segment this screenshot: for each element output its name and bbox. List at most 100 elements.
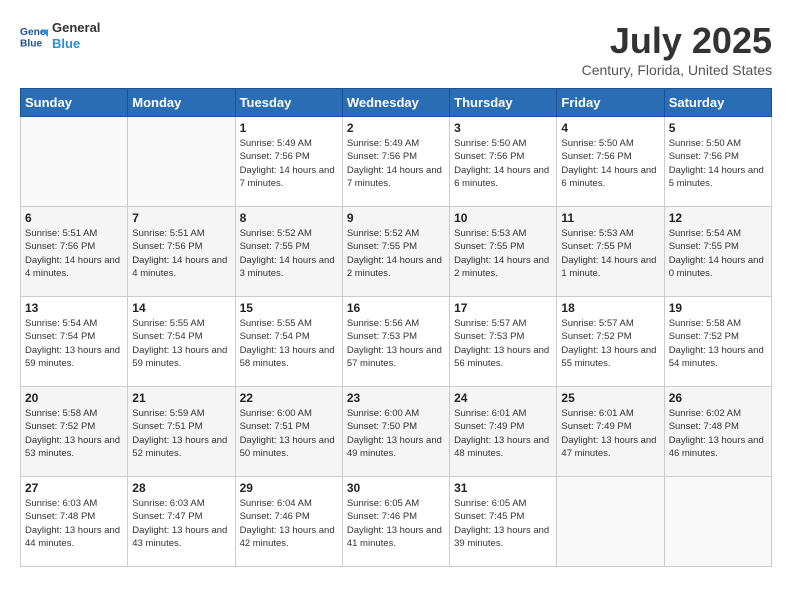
weekday-header-sunday: Sunday — [21, 89, 128, 117]
day-info: Sunrise: 5:55 AM Sunset: 7:54 PM Dayligh… — [132, 317, 230, 370]
day-number: 1 — [240, 121, 338, 135]
calendar-cell: 28 Sunrise: 6:03 AM Sunset: 7:47 PM Dayli… — [128, 477, 235, 567]
calendar-cell: 18 Sunrise: 5:57 AM Sunset: 7:52 PM Dayli… — [557, 297, 664, 387]
day-info: Sunrise: 5:51 AM Sunset: 7:56 PM Dayligh… — [132, 227, 230, 280]
day-number: 3 — [454, 121, 552, 135]
day-info: Sunrise: 5:54 AM Sunset: 7:54 PM Dayligh… — [25, 317, 123, 370]
logo: General Blue General Blue — [20, 20, 100, 51]
day-number: 30 — [347, 481, 445, 495]
calendar-cell: 13 Sunrise: 5:54 AM Sunset: 7:54 PM Dayli… — [21, 297, 128, 387]
calendar-cell: 19 Sunrise: 5:58 AM Sunset: 7:52 PM Dayli… — [664, 297, 771, 387]
day-info: Sunrise: 5:56 AM Sunset: 7:53 PM Dayligh… — [347, 317, 445, 370]
day-info: Sunrise: 5:58 AM Sunset: 7:52 PM Dayligh… — [25, 407, 123, 460]
calendar-cell — [128, 117, 235, 207]
day-number: 14 — [132, 301, 230, 315]
day-number: 11 — [561, 211, 659, 225]
calendar-cell: 21Sunrise: 5:59 AM Sunset: 7:51 PM Dayli… — [128, 387, 235, 477]
calendar-cell: 16Sunrise: 5:56 AM Sunset: 7:53 PM Dayli… — [342, 297, 449, 387]
day-info: Sunrise: 6:04 AM Sunset: 7:46 PM Dayligh… — [240, 497, 338, 550]
day-number: 20 — [25, 391, 123, 405]
day-info: Sunrise: 5:53 AM Sunset: 7:55 PM Dayligh… — [561, 227, 659, 280]
week-row-4: 20 Sunrise: 5:58 AM Sunset: 7:52 PM Dayli… — [21, 387, 772, 477]
day-info: Sunrise: 5:58 AM Sunset: 7:52 PM Dayligh… — [669, 317, 767, 370]
weekday-header-saturday: Saturday — [664, 89, 771, 117]
day-info: Sunrise: 5:55 AM Sunset: 7:54 PM Dayligh… — [240, 317, 338, 370]
week-row-2: 6 Sunrise: 5:51 AM Sunset: 7:56 PM Daylig… — [21, 207, 772, 297]
calendar-table: SundayMondayTuesdayWednesdayThursdayFrid… — [20, 88, 772, 567]
day-number: 26 — [669, 391, 767, 405]
day-info: Sunrise: 5:57 AM Sunset: 7:52 PM Dayligh… — [561, 317, 659, 370]
calendar-cell: 12 Sunrise: 5:54 AM Sunset: 7:55 PM Dayli… — [664, 207, 771, 297]
day-info: Sunrise: 5:54 AM Sunset: 7:55 PM Dayligh… — [669, 227, 767, 280]
logo-icon: General Blue — [20, 22, 48, 50]
svg-text:Blue: Blue — [20, 38, 43, 49]
day-info: Sunrise: 6:01 AM Sunset: 7:49 PM Dayligh… — [561, 407, 659, 460]
calendar-cell: 4 Sunrise: 5:50 AM Sunset: 7:56 PM Daylig… — [557, 117, 664, 207]
calendar-cell: 5 Sunrise: 5:50 AM Sunset: 7:56 PM Daylig… — [664, 117, 771, 207]
day-number: 29 — [240, 481, 338, 495]
day-info: Sunrise: 5:59 AM Sunset: 7:51 PM Dayligh… — [132, 407, 230, 460]
day-info: Sunrise: 5:53 AM Sunset: 7:55 PM Dayligh… — [454, 227, 552, 280]
calendar-cell — [21, 117, 128, 207]
day-info: Sunrise: 5:49 AM Sunset: 7:56 PM Dayligh… — [240, 137, 338, 190]
weekday-header-wednesday: Wednesday — [342, 89, 449, 117]
calendar-cell: 30 Sunrise: 6:05 AM Sunset: 7:46 PM Dayli… — [342, 477, 449, 567]
day-info: Sunrise: 6:03 AM Sunset: 7:48 PM Dayligh… — [25, 497, 123, 550]
day-info: Sunrise: 6:03 AM Sunset: 7:47 PM Dayligh… — [132, 497, 230, 550]
day-number: 2 — [347, 121, 445, 135]
day-info: Sunrise: 6:01 AM Sunset: 7:49 PM Dayligh… — [454, 407, 552, 460]
calendar-cell: 14 Sunrise: 5:55 AM Sunset: 7:54 PM Dayli… — [128, 297, 235, 387]
day-info: Sunrise: 5:49 AM Sunset: 7:56 PM Dayligh… — [347, 137, 445, 190]
day-number: 22 — [240, 391, 338, 405]
weekday-header-row: SundayMondayTuesdayWednesdayThursdayFrid… — [21, 89, 772, 117]
weekday-header-tuesday: Tuesday — [235, 89, 342, 117]
day-info: Sunrise: 6:00 AM Sunset: 7:50 PM Dayligh… — [347, 407, 445, 460]
day-number: 19 — [669, 301, 767, 315]
day-info: Sunrise: 5:52 AM Sunset: 7:55 PM Dayligh… — [347, 227, 445, 280]
calendar-cell: 24 Sunrise: 6:01 AM Sunset: 7:49 PM Dayli… — [450, 387, 557, 477]
day-number: 25 — [561, 391, 659, 405]
calendar-cell: 10Sunrise: 5:53 AM Sunset: 7:55 PM Dayli… — [450, 207, 557, 297]
day-info: Sunrise: 5:51 AM Sunset: 7:56 PM Dayligh… — [25, 227, 123, 280]
calendar-cell: 23 Sunrise: 6:00 AM Sunset: 7:50 PM Dayli… — [342, 387, 449, 477]
calendar-cell: 15 Sunrise: 5:55 AM Sunset: 7:54 PM Dayli… — [235, 297, 342, 387]
title-section: July 2025 Century, Florida, United State… — [582, 20, 772, 78]
day-number: 4 — [561, 121, 659, 135]
location-subtitle: Century, Florida, United States — [582, 62, 772, 78]
calendar-cell: 8Sunrise: 5:52 AM Sunset: 7:55 PM Daylig… — [235, 207, 342, 297]
day-number: 31 — [454, 481, 552, 495]
day-number: 5 — [669, 121, 767, 135]
day-number: 28 — [132, 481, 230, 495]
calendar-cell: 27 Sunrise: 6:03 AM Sunset: 7:48 PM Dayli… — [21, 477, 128, 567]
day-number: 8 — [240, 211, 338, 225]
calendar-cell — [664, 477, 771, 567]
weekday-header-friday: Friday — [557, 89, 664, 117]
calendar-cell — [557, 477, 664, 567]
day-number: 6 — [25, 211, 123, 225]
day-info: Sunrise: 5:50 AM Sunset: 7:56 PM Dayligh… — [454, 137, 552, 190]
week-row-3: 13 Sunrise: 5:54 AM Sunset: 7:54 PM Dayli… — [21, 297, 772, 387]
day-number: 15 — [240, 301, 338, 315]
calendar-cell: 31Sunrise: 6:05 AM Sunset: 7:45 PM Dayli… — [450, 477, 557, 567]
week-row-5: 27 Sunrise: 6:03 AM Sunset: 7:48 PM Dayli… — [21, 477, 772, 567]
week-row-1: 1 Sunrise: 5:49 AM Sunset: 7:56 PM Daylig… — [21, 117, 772, 207]
calendar-cell: 17Sunrise: 5:57 AM Sunset: 7:53 PM Dayli… — [450, 297, 557, 387]
weekday-header-thursday: Thursday — [450, 89, 557, 117]
day-info: Sunrise: 5:50 AM Sunset: 7:56 PM Dayligh… — [669, 137, 767, 190]
day-number: 24 — [454, 391, 552, 405]
weekday-header-monday: Monday — [128, 89, 235, 117]
calendar-cell: 9Sunrise: 5:52 AM Sunset: 7:55 PM Daylig… — [342, 207, 449, 297]
day-info: Sunrise: 6:05 AM Sunset: 7:46 PM Dayligh… — [347, 497, 445, 550]
day-number: 18 — [561, 301, 659, 315]
day-info: Sunrise: 5:50 AM Sunset: 7:56 PM Dayligh… — [561, 137, 659, 190]
calendar-cell: 3 Sunrise: 5:50 AM Sunset: 7:56 PM Daylig… — [450, 117, 557, 207]
day-number: 27 — [25, 481, 123, 495]
calendar-cell: 1 Sunrise: 5:49 AM Sunset: 7:56 PM Daylig… — [235, 117, 342, 207]
day-number: 23 — [347, 391, 445, 405]
calendar-cell: 11 Sunrise: 5:53 AM Sunset: 7:55 PM Dayli… — [557, 207, 664, 297]
month-year-title: July 2025 — [582, 20, 772, 62]
day-info: Sunrise: 6:02 AM Sunset: 7:48 PM Dayligh… — [669, 407, 767, 460]
calendar-cell: 25 Sunrise: 6:01 AM Sunset: 7:49 PM Dayli… — [557, 387, 664, 477]
day-number: 12 — [669, 211, 767, 225]
day-number: 13 — [25, 301, 123, 315]
